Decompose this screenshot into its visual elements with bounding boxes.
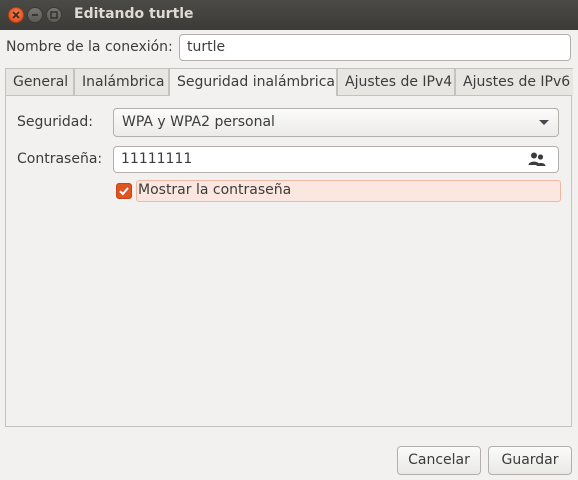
cancel-button[interactable]: Cancelar [397,446,481,475]
tab-general[interactable]: General [5,68,74,96]
tab-panel-wireless-security [5,95,572,427]
show-password-checkbox[interactable] [116,183,132,199]
show-password-label: Mostrar la contraseña [138,182,292,198]
connection-name-input[interactable]: turtle [179,34,571,61]
password-label: Contraseña: [17,151,103,167]
connection-editor-window: Editando turtle Nombre de la conexión: t… [0,0,578,480]
window-title: Editando turtle [74,6,194,22]
dropdown-arrow-icon [539,120,549,125]
tab-ipv4-settings[interactable]: Ajustes de IPv4 [337,68,455,96]
tab-wireless-security[interactable]: Seguridad inalámbrica [169,68,337,96]
tab-wireless[interactable]: Inalámbrica [74,68,169,96]
checkmark-icon [119,187,129,196]
minimize-icon [32,14,38,16]
security-label: Seguridad: [17,114,93,130]
security-select-value: WPA y WPA2 personal [122,114,275,130]
tab-ipv6-settings[interactable]: Ajustes de IPv6 [455,68,573,96]
titlebar: Editando turtle [0,0,578,30]
minimize-window-button[interactable] [27,7,43,23]
maximize-window-button[interactable] [46,7,62,23]
maximize-icon [50,11,58,19]
close-window-button[interactable] [8,7,24,23]
close-icon [12,11,20,19]
password-input[interactable]: 11111111 [113,146,559,173]
security-select[interactable]: WPA y WPA2 personal [113,108,559,137]
users-icon[interactable] [528,151,546,167]
connection-name-label: Nombre de la conexión: [6,39,173,55]
save-button[interactable]: Guardar [488,446,572,475]
tab-bar: General Inalámbrica Seguridad inalámbric… [5,68,573,96]
